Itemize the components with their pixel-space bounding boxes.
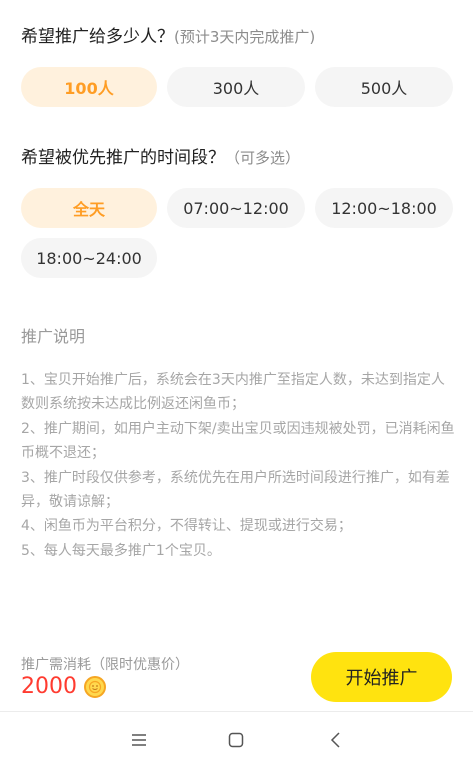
audience-question-hint: (预计3天内完成推广) xyxy=(174,28,316,46)
home-icon[interactable] xyxy=(227,731,245,749)
time-slot-question-hint: （可多选） xyxy=(225,149,301,167)
audience-option-label: 500人 xyxy=(360,79,408,98)
audience-option-label: 300人 xyxy=(212,79,260,98)
rule-item: 1、宝贝开始推广后，系统会在3天内推广至指定人数，未达到指定人数则系统按未达成比… xyxy=(21,372,445,413)
system-nav-bar xyxy=(0,712,473,768)
explanation-title: 推广说明 xyxy=(21,327,86,346)
time-slot-question-text: 希望被优先推广的时间段？ xyxy=(21,148,225,168)
time-slot-label: 07:00~12:00 xyxy=(183,198,289,218)
menu-icon[interactable] xyxy=(130,731,148,749)
cost-amount-row: 2000 xyxy=(21,674,106,699)
cost-amount: 2000 xyxy=(21,674,77,699)
audience-option-500[interactable]: 500人 xyxy=(315,67,453,107)
rule-item: 2、推广期间，如用户主动下架/卖出宝贝或因违规被处罚，已消耗闲鱼币概不退还； xyxy=(21,420,455,462)
audience-option-label: 100人 xyxy=(64,79,114,98)
audience-question: 希望推广给多少人？(预计3天内完成推广) xyxy=(21,22,315,47)
time-slot-morning[interactable]: 07:00~12:00 xyxy=(167,188,305,228)
audience-question-text: 希望推广给多少人？ xyxy=(21,27,174,47)
time-slot-afternoon[interactable]: 12:00~18:00 xyxy=(315,188,453,228)
cost-label: 推广需消耗（限时优惠价） xyxy=(21,657,189,673)
start-promotion-button[interactable]: 开始推广 xyxy=(311,652,452,702)
rule-item: 4、闲鱼币为平台积分，不得转让、提现或进行交易； xyxy=(21,518,352,535)
time-slot-all-day[interactable]: 全天 xyxy=(21,188,157,228)
coin-icon xyxy=(84,675,106,698)
time-slot-label: 12:00~18:00 xyxy=(331,198,437,218)
time-slot-evening[interactable]: 18:00~24:00 xyxy=(21,238,157,278)
time-slot-label: 18:00~24:00 xyxy=(36,248,142,268)
time-slot-label: 全天 xyxy=(72,200,105,219)
rule-item: 5、每人每天最多推广1个宝贝。 xyxy=(21,542,221,559)
explanation-rules: 1、宝贝开始推广后，系统会在3天内推广至指定人数，未达到指定人数则系统按未达成比… xyxy=(21,368,457,563)
back-icon[interactable] xyxy=(327,731,345,749)
audience-option-300[interactable]: 300人 xyxy=(167,67,305,107)
time-slot-question: 希望被优先推广的时间段？（可多选） xyxy=(21,143,300,168)
rule-item: 3、推广时段仅供参考，系统优先在用户所选时间段进行推广，如有差异，敬请谅解； xyxy=(21,469,450,511)
audience-option-100[interactable]: 100人 xyxy=(21,67,157,107)
